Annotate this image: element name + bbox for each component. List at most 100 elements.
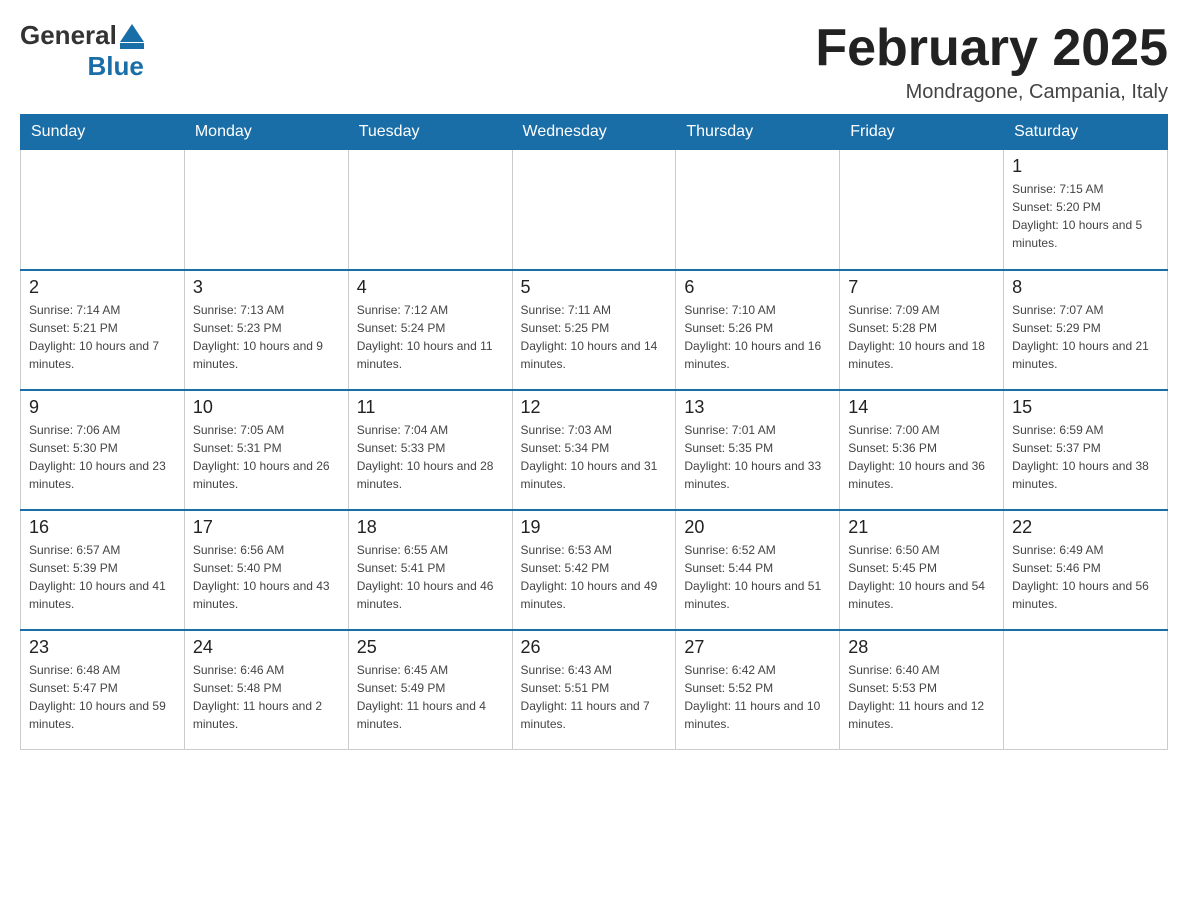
calendar-cell	[1004, 630, 1168, 750]
day-info: Sunrise: 6:59 AMSunset: 5:37 PMDaylight:…	[1012, 421, 1159, 493]
day-number: 28	[848, 637, 995, 658]
weekday-header-wednesday: Wednesday	[512, 115, 676, 150]
calendar-cell: 13 Sunrise: 7:01 AMSunset: 5:35 PMDayligh…	[676, 390, 840, 510]
calendar-cell: 2 Sunrise: 7:14 AMSunset: 5:21 PMDaylight…	[21, 270, 185, 390]
calendar-cell: 27 Sunrise: 6:42 AMSunset: 5:52 PMDayligh…	[676, 630, 840, 750]
weekday-header-saturday: Saturday	[1004, 115, 1168, 150]
calendar-cell: 22 Sunrise: 6:49 AMSunset: 5:46 PMDayligh…	[1004, 510, 1168, 630]
calendar-cell: 11Sunrise: 7:04 AMSunset: 5:33 PMDayligh…	[348, 390, 512, 510]
weekday-header-thursday: Thursday	[676, 115, 840, 150]
calendar-cell: 26 Sunrise: 6:43 AMSunset: 5:51 PMDayligh…	[512, 630, 676, 750]
calendar-cell	[512, 150, 676, 270]
day-info: Sunrise: 7:03 AMSunset: 5:34 PMDaylight:…	[521, 421, 668, 493]
page-header: General Blue February 2025 Mondragone, C…	[20, 20, 1168, 104]
day-info: Sunrise: 7:14 AMSunset: 5:21 PMDaylight:…	[29, 301, 176, 373]
weekday-header-row: SundayMondayTuesdayWednesdayThursdayFrid…	[21, 115, 1168, 150]
day-info: Sunrise: 7:13 AMSunset: 5:23 PMDaylight:…	[193, 301, 340, 373]
day-info: Sunrise: 6:43 AMSunset: 5:51 PMDaylight:…	[521, 661, 668, 733]
calendar-cell: 3 Sunrise: 7:13 AMSunset: 5:23 PMDaylight…	[184, 270, 348, 390]
day-number: 19	[521, 517, 668, 538]
day-number: 23	[29, 637, 176, 658]
calendar-table: SundayMondayTuesdayWednesdayThursdayFrid…	[20, 114, 1168, 750]
logo-blue: Blue	[87, 51, 143, 82]
day-info: Sunrise: 7:12 AMSunset: 5:24 PMDaylight:…	[357, 301, 504, 373]
day-number: 5	[521, 277, 668, 298]
day-info: Sunrise: 7:06 AMSunset: 5:30 PMDaylight:…	[29, 421, 176, 493]
day-number: 17	[193, 517, 340, 538]
calendar-cell: 7 Sunrise: 7:09 AMSunset: 5:28 PMDaylight…	[840, 270, 1004, 390]
day-number: 16	[29, 517, 176, 538]
calendar-cell: 16 Sunrise: 6:57 AMSunset: 5:39 PMDayligh…	[21, 510, 185, 630]
day-number: 3	[193, 277, 340, 298]
day-number: 14	[848, 397, 995, 418]
day-info: Sunrise: 6:55 AMSunset: 5:41 PMDaylight:…	[357, 541, 504, 613]
day-number: 20	[684, 517, 831, 538]
title-area: February 2025 Mondragone, Campania, Ital…	[815, 20, 1168, 104]
day-info: Sunrise: 6:40 AMSunset: 5:53 PMDaylight:…	[848, 661, 995, 733]
day-number: 10	[193, 397, 340, 418]
weekday-header-friday: Friday	[840, 115, 1004, 150]
day-number: 22	[1012, 517, 1159, 538]
day-info: Sunrise: 7:07 AMSunset: 5:29 PMDaylight:…	[1012, 301, 1159, 373]
week-row-5: 23 Sunrise: 6:48 AMSunset: 5:47 PMDayligh…	[21, 630, 1168, 750]
calendar-cell	[184, 150, 348, 270]
logo-general: General	[20, 20, 117, 51]
day-number: 4	[357, 277, 504, 298]
week-row-1: 1 Sunrise: 7:15 AMSunset: 5:20 PMDaylight…	[21, 150, 1168, 270]
calendar-cell: 6Sunrise: 7:10 AMSunset: 5:26 PMDaylight…	[676, 270, 840, 390]
day-number: 2	[29, 277, 176, 298]
calendar-cell: 25 Sunrise: 6:45 AMSunset: 5:49 PMDayligh…	[348, 630, 512, 750]
day-number: 18	[357, 517, 504, 538]
calendar-cell: 5Sunrise: 7:11 AMSunset: 5:25 PMDaylight…	[512, 270, 676, 390]
day-number: 15	[1012, 397, 1159, 418]
calendar-cell	[840, 150, 1004, 270]
calendar-cell: 10 Sunrise: 7:05 AMSunset: 5:31 PMDayligh…	[184, 390, 348, 510]
day-info: Sunrise: 7:01 AMSunset: 5:35 PMDaylight:…	[684, 421, 831, 493]
day-number: 1	[1012, 156, 1159, 177]
calendar-cell: 23 Sunrise: 6:48 AMSunset: 5:47 PMDayligh…	[21, 630, 185, 750]
calendar-cell: 4 Sunrise: 7:12 AMSunset: 5:24 PMDaylight…	[348, 270, 512, 390]
month-title: February 2025	[815, 20, 1168, 77]
day-info: Sunrise: 6:49 AMSunset: 5:46 PMDaylight:…	[1012, 541, 1159, 613]
day-number: 7	[848, 277, 995, 298]
logo: General Blue	[20, 20, 144, 82]
day-number: 9	[29, 397, 176, 418]
calendar-cell: 1 Sunrise: 7:15 AMSunset: 5:20 PMDaylight…	[1004, 150, 1168, 270]
weekday-header-tuesday: Tuesday	[348, 115, 512, 150]
day-number: 13	[684, 397, 831, 418]
day-info: Sunrise: 6:52 AMSunset: 5:44 PMDaylight:…	[684, 541, 831, 613]
calendar-cell: 15 Sunrise: 6:59 AMSunset: 5:37 PMDayligh…	[1004, 390, 1168, 510]
week-row-4: 16 Sunrise: 6:57 AMSunset: 5:39 PMDayligh…	[21, 510, 1168, 630]
day-info: Sunrise: 6:45 AMSunset: 5:49 PMDaylight:…	[357, 661, 504, 733]
calendar-cell: 17 Sunrise: 6:56 AMSunset: 5:40 PMDayligh…	[184, 510, 348, 630]
calendar-cell: 14Sunrise: 7:00 AMSunset: 5:36 PMDayligh…	[840, 390, 1004, 510]
calendar-cell	[21, 150, 185, 270]
week-row-3: 9 Sunrise: 7:06 AMSunset: 5:30 PMDaylight…	[21, 390, 1168, 510]
day-number: 11	[357, 397, 504, 418]
day-info: Sunrise: 6:42 AMSunset: 5:52 PMDaylight:…	[684, 661, 831, 733]
calendar-cell: 8Sunrise: 7:07 AMSunset: 5:29 PMDaylight…	[1004, 270, 1168, 390]
day-number: 26	[521, 637, 668, 658]
day-info: Sunrise: 7:09 AMSunset: 5:28 PMDaylight:…	[848, 301, 995, 373]
day-number: 12	[521, 397, 668, 418]
calendar-cell: 9 Sunrise: 7:06 AMSunset: 5:30 PMDaylight…	[21, 390, 185, 510]
day-info: Sunrise: 6:56 AMSunset: 5:40 PMDaylight:…	[193, 541, 340, 613]
location: Mondragone, Campania, Italy	[815, 81, 1168, 104]
calendar-cell: 20 Sunrise: 6:52 AMSunset: 5:44 PMDayligh…	[676, 510, 840, 630]
calendar-cell	[676, 150, 840, 270]
calendar-cell: 12 Sunrise: 7:03 AMSunset: 5:34 PMDayligh…	[512, 390, 676, 510]
day-info: Sunrise: 7:10 AMSunset: 5:26 PMDaylight:…	[684, 301, 831, 373]
day-number: 24	[193, 637, 340, 658]
day-info: Sunrise: 7:05 AMSunset: 5:31 PMDaylight:…	[193, 421, 340, 493]
calendar-cell: 19 Sunrise: 6:53 AMSunset: 5:42 PMDayligh…	[512, 510, 676, 630]
day-info: Sunrise: 7:15 AMSunset: 5:20 PMDaylight:…	[1012, 180, 1159, 252]
day-info: Sunrise: 6:48 AMSunset: 5:47 PMDaylight:…	[29, 661, 176, 733]
calendar-cell: 18 Sunrise: 6:55 AMSunset: 5:41 PMDayligh…	[348, 510, 512, 630]
day-number: 25	[357, 637, 504, 658]
day-info: Sunrise: 6:57 AMSunset: 5:39 PMDaylight:…	[29, 541, 176, 613]
calendar-cell: 21Sunrise: 6:50 AMSunset: 5:45 PMDayligh…	[840, 510, 1004, 630]
day-number: 27	[684, 637, 831, 658]
day-info: Sunrise: 6:53 AMSunset: 5:42 PMDaylight:…	[521, 541, 668, 613]
day-info: Sunrise: 6:46 AMSunset: 5:48 PMDaylight:…	[193, 661, 340, 733]
day-number: 21	[848, 517, 995, 538]
